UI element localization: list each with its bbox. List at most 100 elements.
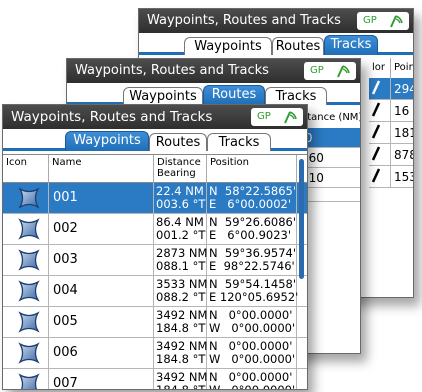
waypoint-distance-bearing: 86.4 NM 001.2 °T	[154, 214, 207, 244]
waypoint-row[interactable]: 002 86.4 NM 001.2 °T N 59°26.6086' E 6°00.90…	[3, 214, 307, 245]
waypoint-icon	[3, 369, 49, 389]
route-row[interactable]: 560	[299, 148, 360, 168]
gp-antenna-icon	[337, 65, 350, 78]
track-row[interactable]: 153	[369, 166, 413, 188]
header-position: Position	[207, 155, 297, 183]
gp-label: GP	[363, 15, 377, 26]
tab-routes[interactable]: Routes	[149, 133, 207, 151]
waypoint-distance-bearing: 22.4 NM 003.6 °T	[154, 183, 207, 213]
tab-waypoints[interactable]: Waypoints	[184, 37, 272, 55]
waypoint-name: 001	[49, 183, 154, 213]
waypoint-position: N 59°54.1458' E 120°05.6952'	[207, 276, 299, 306]
waypoint-longitude: W 0°00.0000'	[209, 383, 296, 390]
waypoint-bearing: 088.2 °T	[156, 290, 206, 304]
tab-tracks[interactable]: Tracks	[324, 35, 378, 55]
header-points: Points	[391, 58, 413, 78]
waypoint-position: N 58°22.5865' E 6°00.0002'	[207, 183, 297, 213]
route-distance: 810	[301, 171, 324, 185]
waypoint-bearing: 184.8 °T	[156, 383, 206, 390]
track-color-icon	[369, 122, 391, 143]
header-distance: Distance	[157, 157, 201, 168]
gp-label: GP	[257, 111, 271, 122]
header-color: lor	[369, 58, 391, 78]
routes-table: stance (NM) .0 560 810	[299, 108, 360, 353]
route-distance: .0	[299, 128, 360, 147]
waypoint-icon	[3, 214, 49, 244]
track-color-icon	[369, 100, 391, 121]
waypoint-position: N 59°26.6086' E 6°00.9023'	[207, 214, 297, 244]
waypoint-longitude: E 98°22.5746'	[209, 259, 295, 273]
waypoint-longitude: E 6°00.9023'	[209, 228, 292, 242]
waypoint-name: 004	[49, 276, 154, 306]
tracks-table: lor Points 2941618199878153	[369, 58, 413, 297]
track-points: 18199	[391, 122, 413, 143]
waypoint-icon	[3, 338, 49, 368]
track-color-icon	[369, 144, 391, 165]
waypoint-position: N 0°00.0000' W 0°00.0000'	[207, 369, 297, 390]
tab-tracks[interactable]: Tracks	[207, 133, 271, 151]
waypoint-name: 005	[49, 307, 154, 337]
waypoint-bearing: 088.1 °T	[156, 259, 206, 273]
header-name: Name	[49, 155, 154, 183]
track-color-icon	[369, 166, 391, 187]
waypoint-bearing: 184.8 °T	[156, 352, 206, 366]
waypoint-name: 006	[49, 338, 154, 368]
tab-routes[interactable]: Routes	[272, 37, 324, 55]
waypoint-distance-bearing: 3492 NM 184.8 °T	[154, 338, 207, 368]
waypoints-table: Icon Name Distance Bearing Position 001 2…	[3, 154, 307, 389]
waypoint-bearing: 184.8 °T	[156, 321, 206, 335]
waypoint-name: 002	[49, 214, 154, 244]
waypoint-row[interactable]: 003 2873 NM 088.1 °T N 59°36.9574' E 98°22.5…	[3, 245, 307, 276]
waypoint-name: 003	[49, 245, 154, 275]
tab-waypoints[interactable]: Waypoints	[65, 131, 149, 151]
track-points: 878	[391, 144, 413, 165]
header-distance-bearing: Distance Bearing	[154, 155, 207, 183]
route-row[interactable]: 810	[299, 168, 360, 188]
waypoint-longitude: W 0°00.0000'	[209, 352, 296, 366]
waypoint-position: N 0°00.0000' W 0°00.0000'	[207, 307, 297, 337]
gp-badge: GP	[357, 12, 409, 30]
tab-tracks[interactable]: Tracks	[265, 87, 327, 105]
route-row-empty	[299, 188, 360, 202]
track-points: 294	[391, 78, 413, 99]
waypoint-name: 007	[49, 369, 154, 389]
gp-badge: GP	[304, 62, 356, 80]
waypoint-position: N 59°36.9574' E 98°22.5746'	[207, 245, 297, 275]
track-row[interactable]: 18199	[369, 122, 413, 144]
waypoint-row[interactable]: 007 3492 NM 184.8 °T N 0°00.0000' W 0°00.000…	[3, 369, 307, 390]
route-row[interactable]: .0	[299, 128, 360, 148]
waypoint-distance-bearing: 2873 NM 088.1 °T	[154, 245, 207, 275]
track-color-icon	[369, 78, 391, 99]
waypoint-row[interactable]: 001 22.4 NM 003.6 °T N 58°22.5865' E 6°00.00…	[3, 183, 307, 214]
waypoint-icon	[3, 183, 49, 213]
gp-antenna-icon	[284, 111, 297, 124]
waypoint-icon	[3, 276, 49, 306]
track-row[interactable]: 294	[369, 78, 413, 100]
route-distance: 560	[301, 151, 324, 165]
waypoint-icon	[3, 307, 49, 337]
header-icon: Icon	[3, 155, 49, 183]
waypoint-distance-bearing: 3533 NM 088.2 °T	[154, 276, 207, 306]
track-row[interactable]: 878	[369, 144, 413, 166]
waypoint-distance-bearing: 3492 NM 184.8 °T	[154, 369, 207, 390]
track-points: 16	[391, 100, 413, 121]
waypoint-bearing: 001.2 °T	[156, 228, 206, 242]
waypoint-list[interactable]: 001 22.4 NM 003.6 °T N 58°22.5865' E 6°00.00…	[3, 183, 307, 389]
table-header: Icon Name Distance Bearing Position	[3, 155, 307, 183]
gp-label: GP	[310, 65, 324, 76]
waypoint-bearing: 003.6 °T	[156, 197, 206, 211]
waypoint-position: N 0°00.0000' W 0°00.0000'	[207, 338, 297, 368]
waypoint-row[interactable]: 004 3533 NM 088.2 °T N 59°54.1458' E 120°05.…	[3, 276, 307, 307]
waypoint-longitude: W 0°00.0000'	[209, 321, 296, 335]
waypoint-longitude: E 120°05.6952'	[209, 290, 299, 304]
tab-routes[interactable]: Routes	[203, 85, 265, 105]
waypoint-icon	[3, 245, 49, 275]
tab-waypoints[interactable]: Waypoints	[123, 87, 203, 105]
waypoint-row[interactable]: 006 3492 NM 184.8 °T N 0°00.0000' W 0°00.000…	[3, 338, 307, 369]
waypoints-window: Waypoints, Routes and Tracks GP Waypoint…	[2, 104, 308, 390]
waypoint-row[interactable]: 005 3492 NM 184.8 °T N 0°00.0000' W 0°00.000…	[3, 307, 307, 338]
track-points: 153	[391, 166, 413, 187]
gp-badge: GP	[251, 108, 303, 126]
scrollbar[interactable]	[299, 159, 304, 279]
track-row[interactable]: 16	[369, 100, 413, 122]
